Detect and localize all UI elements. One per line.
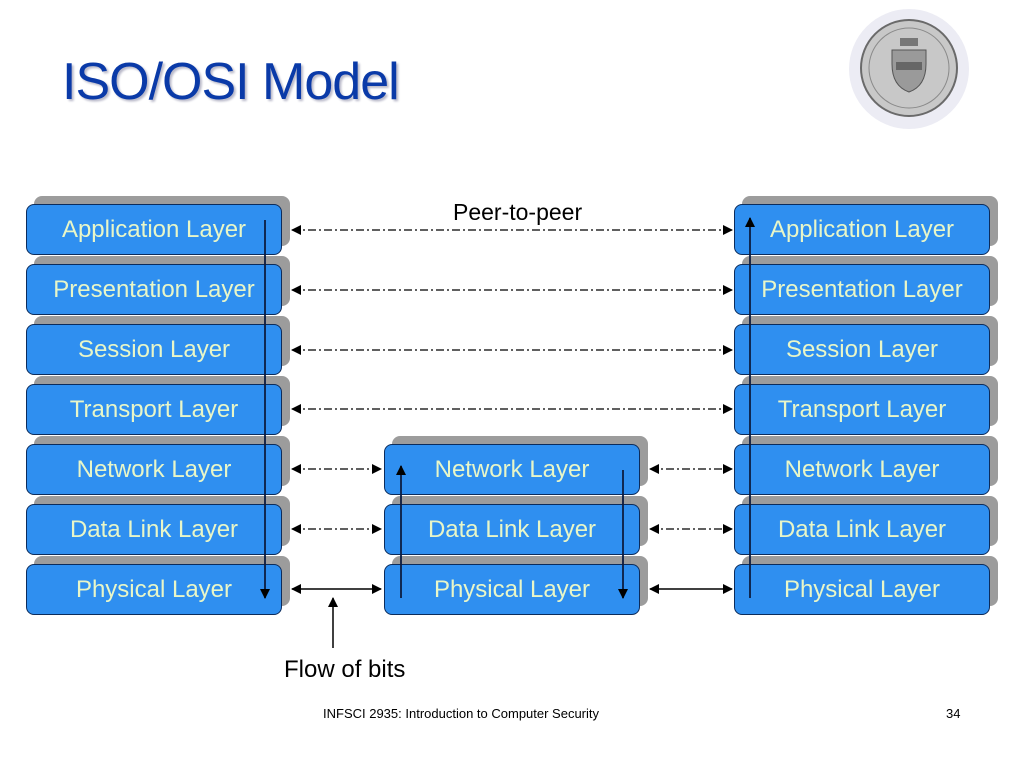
page-number: 34	[946, 706, 961, 721]
peer-to-peer-label: Peer-to-peer	[453, 199, 583, 225]
footer-course-text: INFSCI 2935: Introduction to Computer Se…	[323, 706, 600, 721]
connector-overlay	[260, 217, 755, 648]
flow-of-bits-label: Flow of bits	[284, 656, 406, 683]
